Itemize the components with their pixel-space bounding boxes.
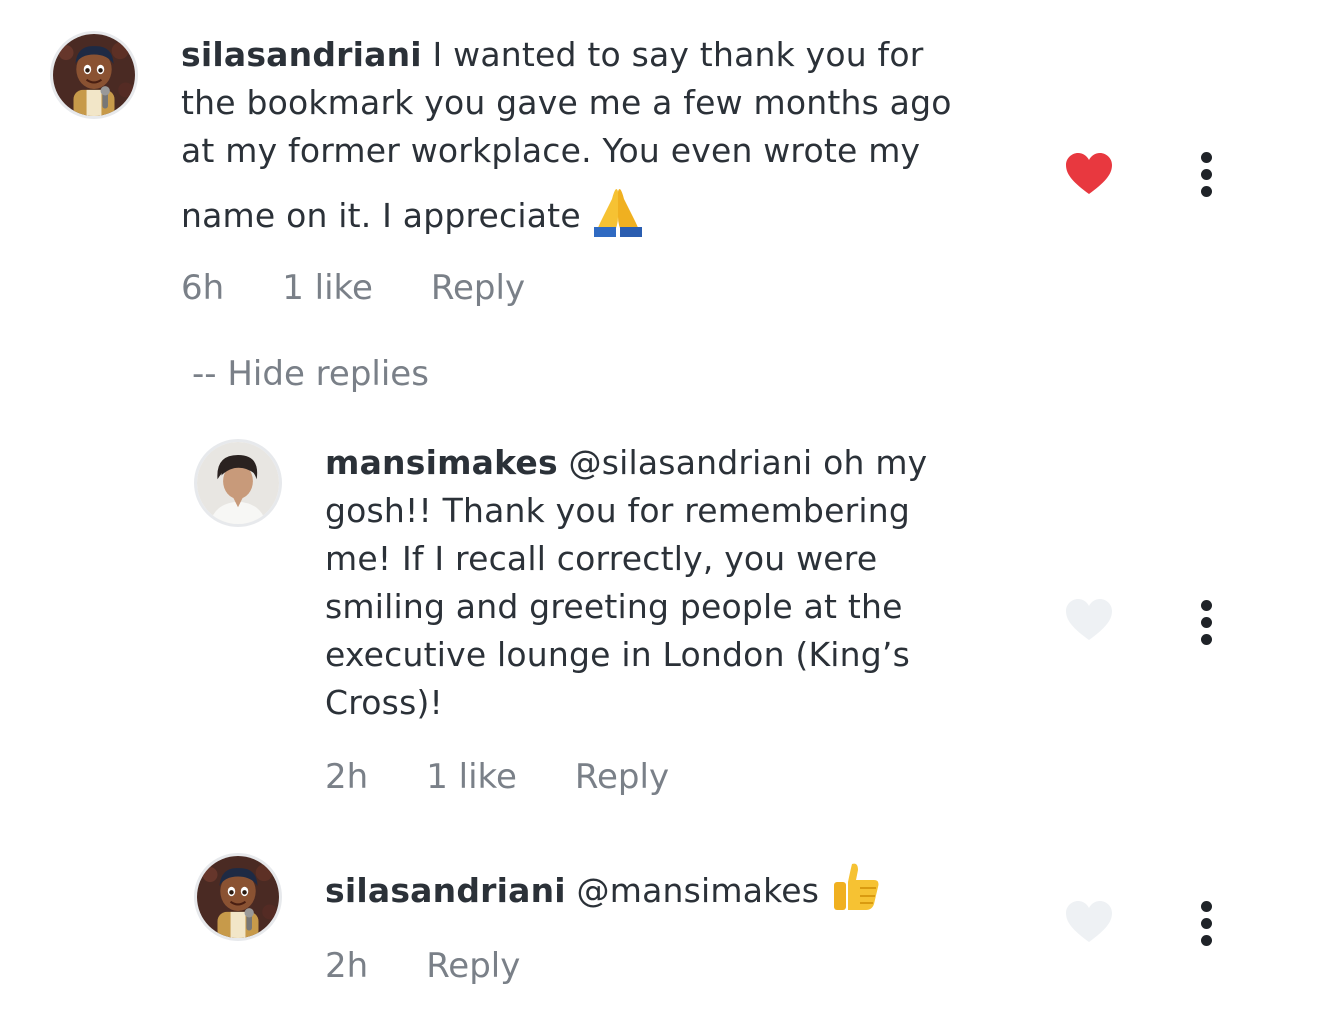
avatar[interactable] (194, 439, 282, 527)
more-vertical-icon[interactable] (1196, 901, 1216, 953)
more-vertical-icon[interactable] (1196, 600, 1216, 652)
heart-outline-icon[interactable] (1064, 900, 1114, 944)
thumbs-up-emoji-icon (833, 863, 879, 910)
comment-line: me! If I recall correctly, you were (325, 539, 878, 578)
comment-meta: 2h 1 like Reply (325, 757, 727, 797)
timestamp: 2h (325, 946, 369, 986)
timestamp: 2h (325, 757, 369, 797)
comment-line: Cross)! (325, 683, 443, 722)
comment-line: gosh!! Thank you for remembering (325, 491, 910, 530)
folded-hands-emoji-icon (593, 189, 642, 237)
avatar-woman-photo-icon (197, 442, 279, 524)
comment-meta: 2h Reply (325, 946, 578, 986)
avatar[interactable] (50, 31, 138, 119)
comment-line: silasandriani I wanted to say thank you … (181, 31, 1061, 79)
heart-outline-icon[interactable] (1064, 598, 1114, 642)
reply-button[interactable]: Reply (431, 268, 525, 308)
comment-line-text: I wanted to say thank you for (432, 35, 924, 74)
comment-line-text: oh my (823, 443, 928, 482)
username-link[interactable]: mansimakes (325, 443, 558, 482)
mention-link[interactable]: @silasandriani (569, 443, 813, 482)
timestamp: 6h (181, 268, 225, 308)
comment-line: name on it. I appreciate (181, 185, 1061, 240)
avatar[interactable] (194, 853, 282, 941)
like-count[interactable]: 1 like (426, 757, 517, 797)
comment-meta: 6h 1 like Reply (181, 268, 583, 308)
comment-text: silasandriani I wanted to say thank you … (181, 31, 1061, 240)
comment-line: silasandriani @mansimakes (325, 860, 1045, 915)
comment-line: mansimakes @silasandriani oh my (325, 439, 1045, 487)
mention-link[interactable]: @mansimakes (577, 871, 820, 910)
avatar-cartoon-boy-icon (197, 856, 279, 938)
more-vertical-icon[interactable] (1196, 152, 1216, 204)
username-link[interactable]: silasandriani (325, 871, 566, 910)
avatar-cartoon-boy-icon (53, 34, 135, 116)
comment-line-text: name on it. I appreciate (181, 196, 581, 235)
username-link[interactable]: silasandriani (181, 35, 422, 74)
comment-text: mansimakes @silasandriani oh my gosh!! T… (325, 439, 1045, 727)
reply-button[interactable]: Reply (426, 946, 520, 986)
comment-line: smiling and greeting people at the (325, 587, 903, 626)
comment-line: executive lounge in London (King’s (325, 635, 911, 674)
hide-replies-button[interactable]: -- Hide replies (192, 354, 429, 394)
comment-text: silasandriani @mansimakes (325, 860, 1045, 915)
heart-filled-icon[interactable] (1064, 152, 1114, 196)
comment-line: at my former workplace. You even wrote m… (181, 131, 921, 170)
like-count[interactable]: 1 like (282, 268, 373, 308)
reply-button[interactable]: Reply (575, 757, 669, 797)
comment-line: the bookmark you gave me a few months ag… (181, 83, 952, 122)
